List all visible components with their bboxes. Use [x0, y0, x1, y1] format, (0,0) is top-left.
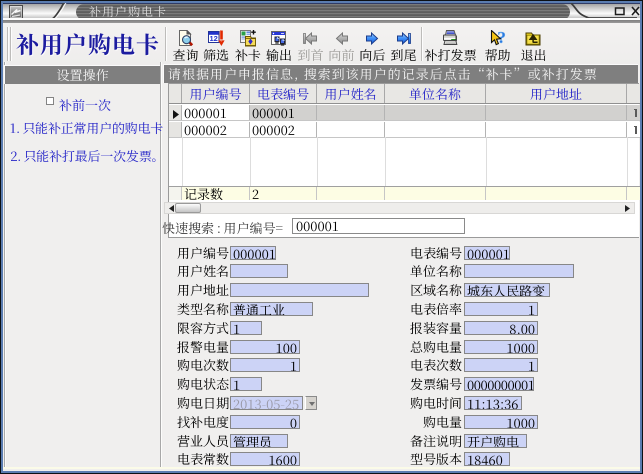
svg-text:12: 12: [209, 34, 217, 43]
